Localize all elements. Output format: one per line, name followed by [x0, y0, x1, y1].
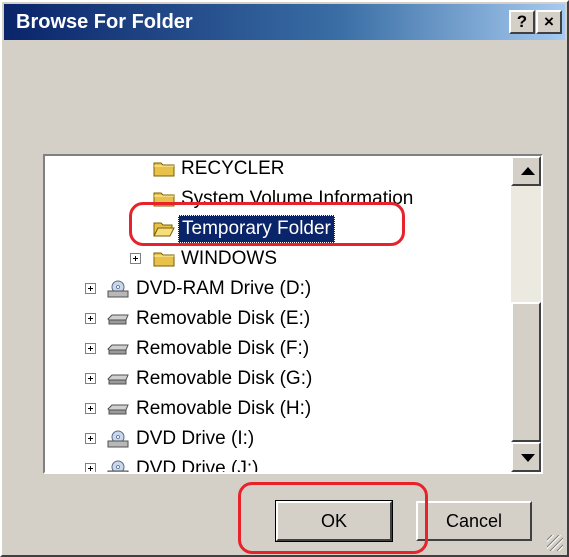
expand-icon[interactable] — [85, 373, 96, 384]
tree-item-temporary-folder[interactable]: Temporary Folder — [45, 214, 511, 244]
tree-item-dvd-drive-j[interactable]: DVD Drive (J:) — [45, 454, 511, 472]
browse-for-folder-dialog: Browse For Folder ? × RECYCLER System Vo… — [0, 0, 569, 557]
tree-item-label: DVD Drive (I:) — [136, 428, 255, 449]
tree-item-removable-disk-g[interactable]: Removable Disk (G:) — [45, 364, 511, 394]
folder-open-icon — [153, 222, 175, 237]
tree-item-label: Removable Disk (E:) — [136, 308, 311, 329]
scroll-down-button[interactable] — [511, 442, 541, 472]
tree-item-label: Removable Disk (F:) — [136, 338, 310, 359]
tree-item-dvd-drive-i[interactable]: DVD Drive (I:) — [45, 424, 511, 454]
tree-item-removable-disk-f[interactable]: Removable Disk (F:) — [45, 334, 511, 364]
tree-item-label: DVD Drive (J:) — [136, 458, 259, 472]
tree-item-system-volume-information[interactable]: System Volume Information — [45, 184, 511, 214]
folder-icon — [153, 162, 175, 177]
expand-icon[interactable] — [130, 253, 141, 264]
folder-tree[interactable]: RECYCLER System Volume Information Tempo… — [43, 154, 543, 474]
tree-item-recycler[interactable]: RECYCLER — [45, 156, 511, 184]
arrow-up-icon — [521, 167, 535, 175]
folder-icon — [153, 252, 175, 267]
expand-icon[interactable] — [85, 343, 96, 354]
tree-item-label: DVD-RAM Drive (D:) — [136, 278, 312, 299]
dvd-drive-icon — [107, 460, 129, 472]
window-title: Browse For Folder — [16, 11, 193, 33]
dvd-drive-icon — [107, 430, 129, 448]
removable-disk-icon — [107, 404, 129, 415]
expand-icon[interactable] — [85, 313, 96, 324]
tree-item-label-selected: Temporary Folder — [178, 215, 335, 243]
removable-disk-icon — [107, 374, 129, 385]
tree-item-removable-disk-e[interactable]: Removable Disk (E:) — [45, 304, 511, 334]
scroll-up-button[interactable] — [511, 156, 541, 186]
dvd-drive-icon — [107, 280, 129, 298]
tree-item-dvd-ram-drive-d[interactable]: DVD-RAM Drive (D:) — [45, 274, 511, 304]
tree-item-label: RECYCLER — [181, 158, 285, 179]
expand-icon[interactable] — [85, 463, 96, 472]
help-button[interactable]: ? — [509, 10, 535, 34]
expand-icon[interactable] — [85, 283, 96, 294]
tree-item-removable-disk-h[interactable]: Removable Disk (H:) — [45, 394, 511, 424]
removable-disk-icon — [107, 344, 129, 355]
cancel-button[interactable]: Cancel — [416, 501, 532, 541]
resize-grip-icon[interactable] — [547, 535, 563, 551]
tree-item-label: Removable Disk (G:) — [136, 368, 313, 389]
ok-button[interactable]: OK — [275, 500, 393, 542]
title-bar[interactable]: Browse For Folder ? × — [4, 4, 565, 40]
expand-icon[interactable] — [85, 433, 96, 444]
folder-tree-viewport: RECYCLER System Volume Information Tempo… — [45, 156, 511, 472]
close-button[interactable]: × — [536, 10, 562, 34]
tree-item-windows[interactable]: WINDOWS — [45, 244, 511, 274]
vertical-scrollbar[interactable] — [511, 156, 541, 472]
tree-item-label: Removable Disk (H:) — [136, 398, 312, 419]
expand-icon[interactable] — [85, 403, 96, 414]
folder-icon — [153, 192, 175, 207]
tree-item-label: System Volume Information — [181, 188, 414, 209]
removable-disk-icon — [107, 314, 129, 325]
arrow-down-icon — [521, 454, 535, 462]
tree-item-label: WINDOWS — [181, 248, 278, 269]
scrollbar-thumb[interactable] — [511, 302, 541, 442]
